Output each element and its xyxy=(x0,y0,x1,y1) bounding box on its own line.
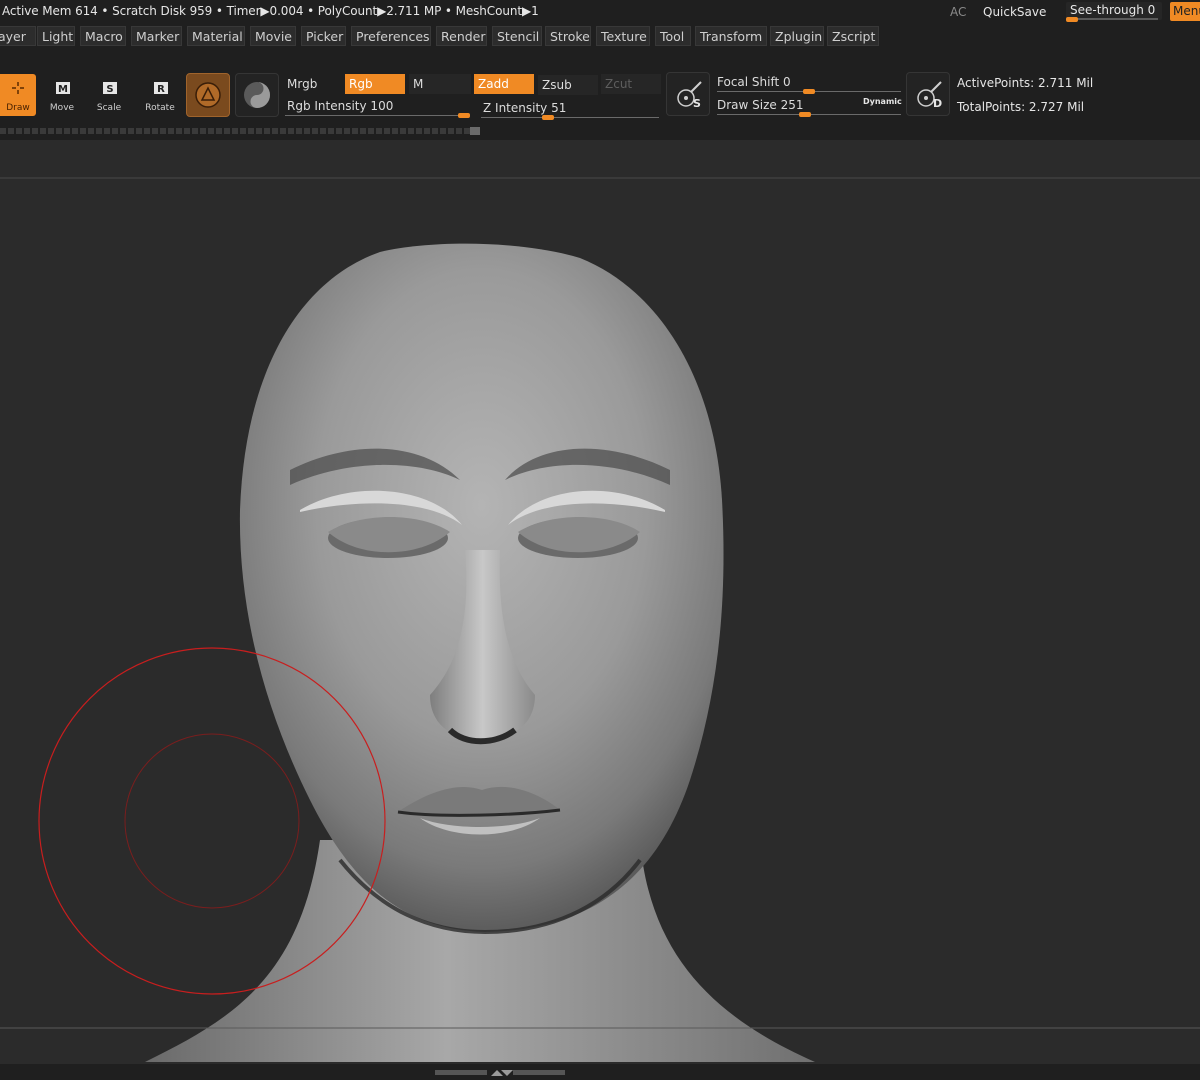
rotate-icon: R xyxy=(154,82,168,95)
main-menu-bar: Layer Light Macro Marker Material Movie … xyxy=(0,24,1200,48)
z-intensity-slider[interactable]: Z Intensity 51 xyxy=(479,98,659,118)
ac-button[interactable]: AC xyxy=(950,5,966,19)
lazymouse-s-button[interactable]: S xyxy=(666,72,710,116)
menu-light[interactable]: Light xyxy=(37,26,75,46)
rgb-intensity-track xyxy=(285,115,470,116)
draw-size-thumb[interactable] xyxy=(799,112,811,117)
menu-zplugin[interactable]: Zplugin xyxy=(770,26,824,46)
dynamic-d-label: D xyxy=(933,97,943,110)
bottom-tray-bar xyxy=(0,1064,1200,1080)
rgb-intensity-thumb[interactable] xyxy=(458,113,470,118)
z-intensity-thumb[interactable] xyxy=(542,115,554,120)
quicksave-button[interactable]: QuickSave xyxy=(983,5,1046,19)
z-intensity-label: Z Intensity 51 xyxy=(483,101,567,115)
draw-crosshair-icon xyxy=(12,82,24,94)
menu-material[interactable]: Material xyxy=(187,26,245,46)
rgb-intensity-label: Rgb Intensity 100 xyxy=(287,99,394,113)
rgb-intensity-slider[interactable]: Rgb Intensity 100 xyxy=(283,96,473,116)
tray-collapse-handle[interactable] xyxy=(435,1068,565,1078)
dynamic-toggle[interactable]: Dynamic xyxy=(863,97,902,106)
brush-cursor-inner xyxy=(124,733,300,909)
menus-toggle-button[interactable]: Menus xyxy=(1170,2,1200,21)
draw-size-label: Draw Size 251 xyxy=(717,98,804,112)
see-through-label: See-through 0 xyxy=(1070,3,1156,17)
menu-marker[interactable]: Marker xyxy=(131,26,182,46)
scale-icon: S xyxy=(103,82,117,95)
see-through-thumb[interactable] xyxy=(1066,17,1078,22)
material-picker-button[interactable] xyxy=(235,73,279,117)
menu-texture[interactable]: Texture xyxy=(596,26,650,46)
lazy-mouse-icon xyxy=(677,81,702,107)
move-tool-button[interactable]: M Move xyxy=(42,74,82,116)
svg-text:R: R xyxy=(157,84,165,95)
focal-shift-label: Focal Shift 0 xyxy=(717,75,791,89)
status-bar: Active Mem 614 • Scratch Disk 959 • Time… xyxy=(0,0,1200,24)
rotate-tool-label: Rotate xyxy=(145,103,175,113)
tray-up-arrow-icon xyxy=(491,1070,503,1076)
tray-down-arrow-icon xyxy=(501,1070,513,1076)
zcut-toggle[interactable]: Zcut xyxy=(601,74,661,94)
status-info-text: Active Mem 614 • Scratch Disk 959 • Time… xyxy=(2,4,539,18)
brush-picker-button[interactable] xyxy=(186,73,230,117)
material-sphere-icon xyxy=(244,82,270,108)
zadd-toggle[interactable]: Zadd xyxy=(474,74,534,94)
shelf-strip-handle[interactable] xyxy=(470,127,480,135)
rotate-tool-button[interactable]: R Rotate xyxy=(140,74,180,116)
scale-tool-button[interactable]: S Scale xyxy=(89,74,129,116)
brush-icon xyxy=(195,82,221,108)
draw-tool-label: Draw xyxy=(6,103,30,113)
menu-render[interactable]: Render xyxy=(436,26,487,46)
total-points-readout: TotalPoints: 2.727 Mil xyxy=(957,100,1085,114)
menu-movie[interactable]: Movie xyxy=(250,26,296,46)
svg-text:S: S xyxy=(106,84,113,95)
scale-tool-label: Scale xyxy=(96,103,122,113)
menu-transform[interactable]: Transform xyxy=(695,26,767,46)
move-tool-label: Move xyxy=(49,103,75,113)
menu-tool[interactable]: Tool xyxy=(655,26,691,46)
dynamic-brush-icon xyxy=(917,81,942,107)
shelf-strip xyxy=(0,128,470,134)
see-through-slider[interactable]: See-through 0 xyxy=(1066,2,1162,22)
m-toggle[interactable]: M xyxy=(409,74,471,94)
svg-text:M: M xyxy=(58,84,68,95)
dynamic-d-button[interactable]: D xyxy=(906,72,950,116)
menu-picker[interactable]: Picker xyxy=(301,26,346,46)
mrgb-toggle[interactable]: Mrgb xyxy=(283,74,343,94)
zsub-toggle[interactable]: Zsub xyxy=(538,75,598,95)
menu-zscript[interactable]: Zscript xyxy=(827,26,879,46)
draw-tool-button[interactable]: Draw xyxy=(0,74,36,116)
see-through-track xyxy=(1068,18,1158,20)
menu-stroke[interactable]: Stroke xyxy=(545,26,591,46)
menu-layer[interactable]: Layer xyxy=(0,26,36,46)
sculpt-viewport[interactable] xyxy=(0,140,1200,1064)
active-points-readout: ActivePoints: 2.711 Mil xyxy=(957,76,1094,90)
menu-macro[interactable]: Macro xyxy=(80,26,126,46)
move-icon: M xyxy=(56,82,70,95)
menu-stencil[interactable]: Stencil xyxy=(492,26,542,46)
z-intensity-track xyxy=(481,117,659,118)
lazymouse-s-label: S xyxy=(693,97,701,110)
focal-shift-thumb[interactable] xyxy=(803,89,815,94)
menu-preferences[interactable]: Preferences xyxy=(351,26,431,46)
document-canvas[interactable] xyxy=(0,140,1200,1064)
rgb-toggle[interactable]: Rgb xyxy=(345,74,405,94)
